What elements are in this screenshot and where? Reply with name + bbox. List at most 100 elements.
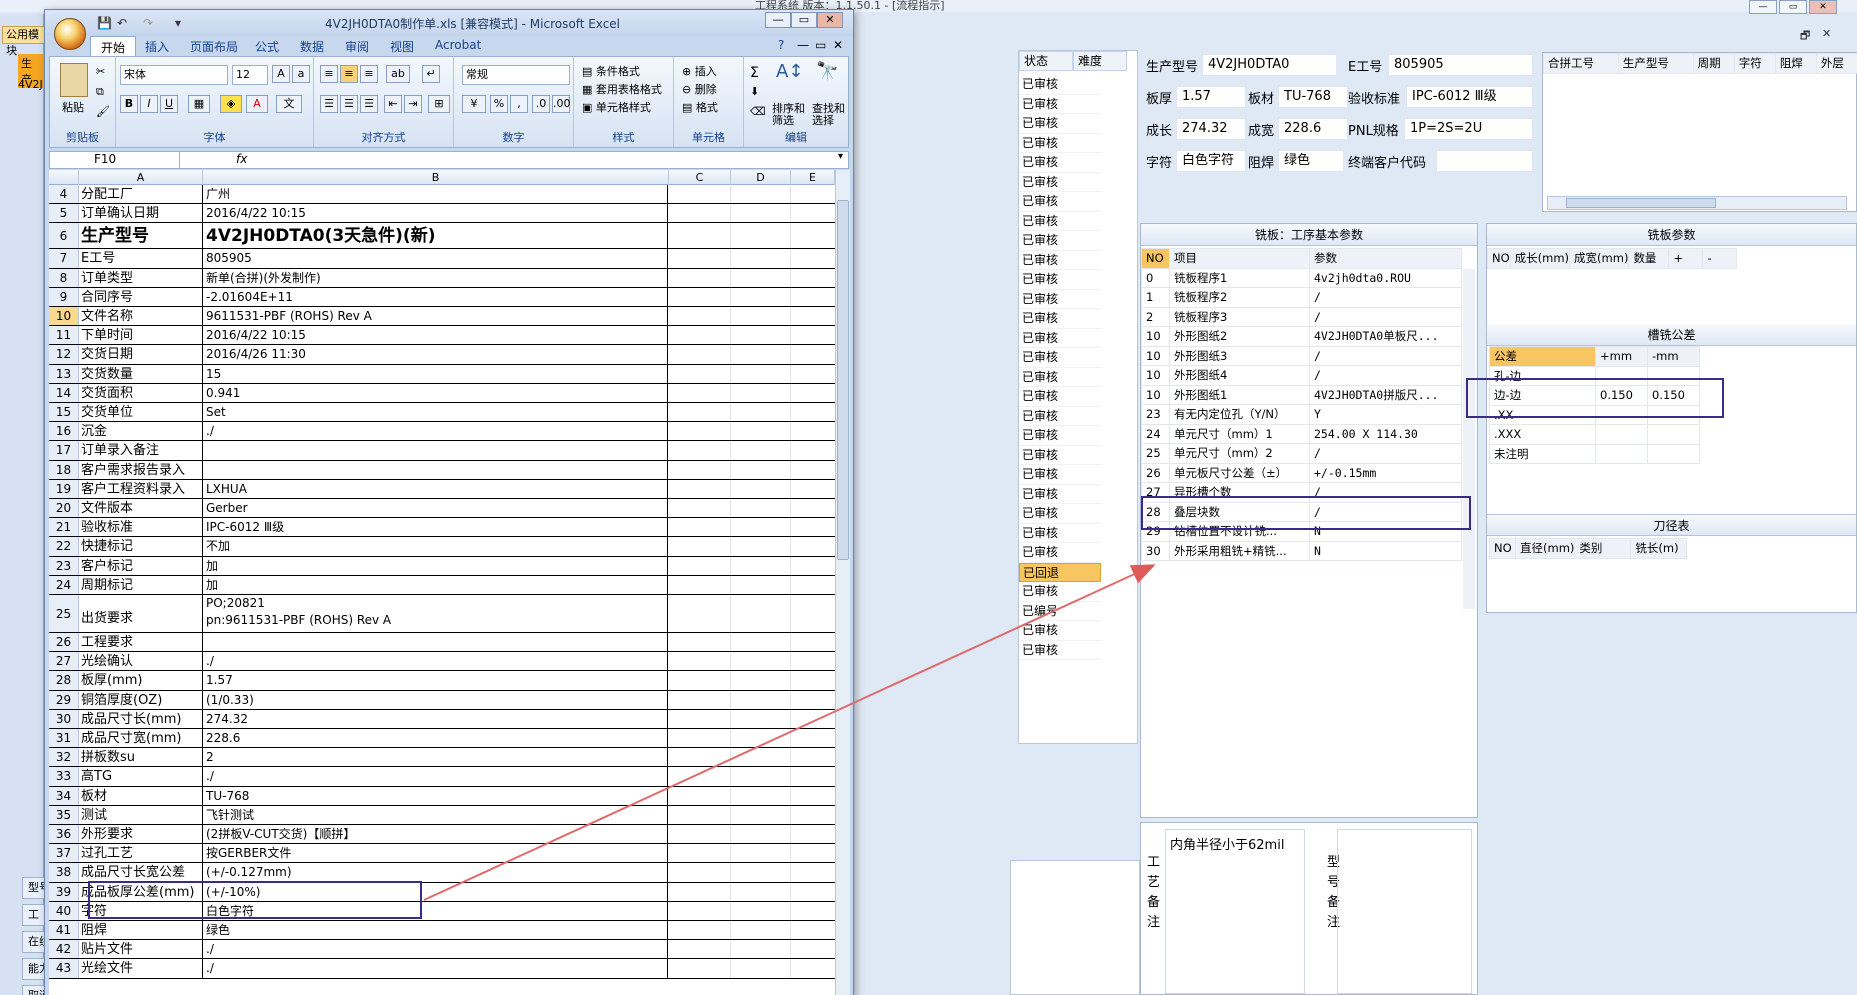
status-item[interactable]: 已审核 [1019,426,1101,446]
cell-label[interactable]: 订单录入备注 [79,441,203,460]
width-field[interactable]: 228.6 [1278,118,1348,140]
cell-label[interactable]: 交货日期 [79,345,203,364]
increase-decimal-icon[interactable]: .0 [532,95,550,113]
tab-public-module[interactable]: 公用模块 [2,26,46,57]
cell-value[interactable]: 228.6 [203,729,668,748]
cell-d[interactable] [731,863,791,882]
mill-row[interactable]: 10 外形图纸2 4V2JH0DTA0单板尺... [1141,326,1462,347]
row-number[interactable]: 24 [49,575,79,594]
cell-label[interactable]: 文件名称 [79,307,203,326]
cell-label[interactable]: 交货单位 [79,403,203,422]
status-item[interactable]: 已审核 [1019,309,1101,329]
status-item[interactable]: 已审核 [1019,640,1101,660]
format-painter-icon[interactable]: 🖌 [96,105,110,118]
cell-value[interactable]: 2016/4/26 11:30 [203,345,668,364]
cell-value[interactable]: 2 [203,748,668,767]
sort-filter-button[interactable]: 排序和筛选 [772,103,808,127]
cell-d[interactable] [731,403,791,422]
cell-label[interactable]: 客户标记 [79,556,203,575]
acceptance-field[interactable]: IPC-6012 Ⅲ级 [1406,86,1533,108]
cell-label[interactable]: 高TG [79,767,203,786]
cell-label[interactable]: 过孔工艺 [79,844,203,863]
cell-label[interactable]: 阻焊 [79,921,203,940]
cell-d[interactable] [731,268,791,287]
row-number[interactable]: 34 [49,786,79,805]
row-number[interactable]: 16 [49,422,79,441]
ribbon-restore-icon[interactable]: ▭ [815,38,826,52]
status-item[interactable]: 已审核 [1019,445,1101,465]
cell-c[interactable] [669,959,731,978]
mill-row[interactable]: 23 有无内定位孔（Y/N） Y [1141,404,1462,425]
row-number[interactable]: 19 [49,479,79,498]
table-format-button[interactable]: ▦ 套用表格格式 [582,81,662,97]
cell-c[interactable] [669,729,731,748]
mill-row[interactable]: 10 外形图纸4/ [1141,365,1462,386]
align-bottom-icon[interactable]: ≡ [360,65,378,83]
status-item[interactable]: 已审核 [1019,387,1101,407]
cell-label[interactable]: 成品尺寸长(mm) [79,709,203,728]
align-right-icon[interactable]: ☰ [360,95,378,113]
find-select-button[interactable]: 查找和选择 [812,103,848,127]
cell-value[interactable]: 2016/4/22 10:15 [203,204,668,223]
row-number[interactable]: 17 [49,441,79,460]
paste-icon[interactable] [60,63,88,97]
status-item[interactable]: 已审核 [1019,192,1101,212]
status-item[interactable]: 已审核 [1019,114,1101,134]
length-field[interactable]: 274.32 [1176,118,1246,140]
cell-label[interactable]: 客户工程资料录入 [79,479,203,498]
cell-c[interactable] [669,479,731,498]
mill-row[interactable]: 30 外形采用粗铣+精铣... N [1141,540,1462,561]
undo-icon[interactable]: ↶ [117,16,127,30]
cell-value[interactable]: 15 [203,364,668,383]
autosum-icon[interactable]: Σ [750,65,759,81]
cell-d[interactable] [731,652,791,671]
cut-icon[interactable]: ✂ [96,65,105,78]
cell-d[interactable] [731,882,791,901]
cell-d[interactable] [731,921,791,940]
cell-label[interactable]: 沉金 [79,422,203,441]
cell-value[interactable]: Set [203,403,668,422]
tab-view[interactable]: 视图 [390,38,414,55]
cell-d[interactable] [731,460,791,479]
cell-d[interactable] [731,671,791,690]
process-note-text[interactable]: 内角半径小于62mil [1165,829,1305,994]
cell-label[interactable]: 工程要求 [79,633,203,652]
formula-input[interactable] [255,152,835,168]
cell-d[interactable] [731,633,791,652]
merge-center-icon[interactable]: ⊞ [428,95,450,113]
cell-d[interactable] [731,518,791,537]
mill-row[interactable]: 25 单元尺寸（mm）2/ [1141,443,1462,464]
ribbon-min-icon[interactable]: — [797,38,809,52]
mill-row[interactable]: 26 单元板尺寸公差（±） +/-0.15mm [1141,462,1462,483]
mill-row[interactable]: 10 外形图纸1 4V2JH0DTA0拼版尺... [1141,384,1462,405]
cell-c[interactable] [669,441,731,460]
currency-icon[interactable]: ¥ [462,95,486,113]
column-b-header[interactable]: B [203,170,669,185]
cell-value[interactable]: 绿色 [203,921,668,940]
cell-d[interactable] [731,786,791,805]
cell-value[interactable]: 4V2JH0DTA0(3天急件)(新) [203,223,668,249]
cell-label[interactable]: 板材 [79,786,203,805]
cell-c[interactable] [669,383,731,402]
cell-label[interactable]: 分配工厂 [79,185,203,204]
mill-row[interactable]: 24 单元尺寸（mm）1 254.00 X 114.30 [1141,423,1462,444]
status-item[interactable]: 已审核 [1019,250,1101,270]
bold-icon[interactable]: B [120,95,138,113]
sort-filter-icon[interactable]: A↕ [776,61,803,82]
status-item[interactable]: 已审核 [1019,153,1101,173]
cell-d[interactable] [731,729,791,748]
row-number[interactable]: 8 [49,268,79,287]
cell-label[interactable]: 光绘确认 [79,652,203,671]
row-number[interactable]: 15 [49,403,79,422]
conditional-format-button[interactable]: ▤ 条件格式 [582,63,640,79]
cell-label[interactable]: 成品尺寸长宽公差 [79,863,203,882]
row-number[interactable]: 5 [49,204,79,223]
cell-d[interactable] [731,556,791,575]
tab-home[interactable]: 开始 [90,36,137,56]
status-item[interactable]: 已编号 [1019,601,1101,621]
cell-d[interactable] [731,690,791,709]
row-number[interactable]: 27 [49,652,79,671]
cell-c[interactable] [669,499,731,518]
row-number[interactable]: 6 [49,223,79,249]
cell-value[interactable]: 按GERBER文件 [203,844,668,863]
